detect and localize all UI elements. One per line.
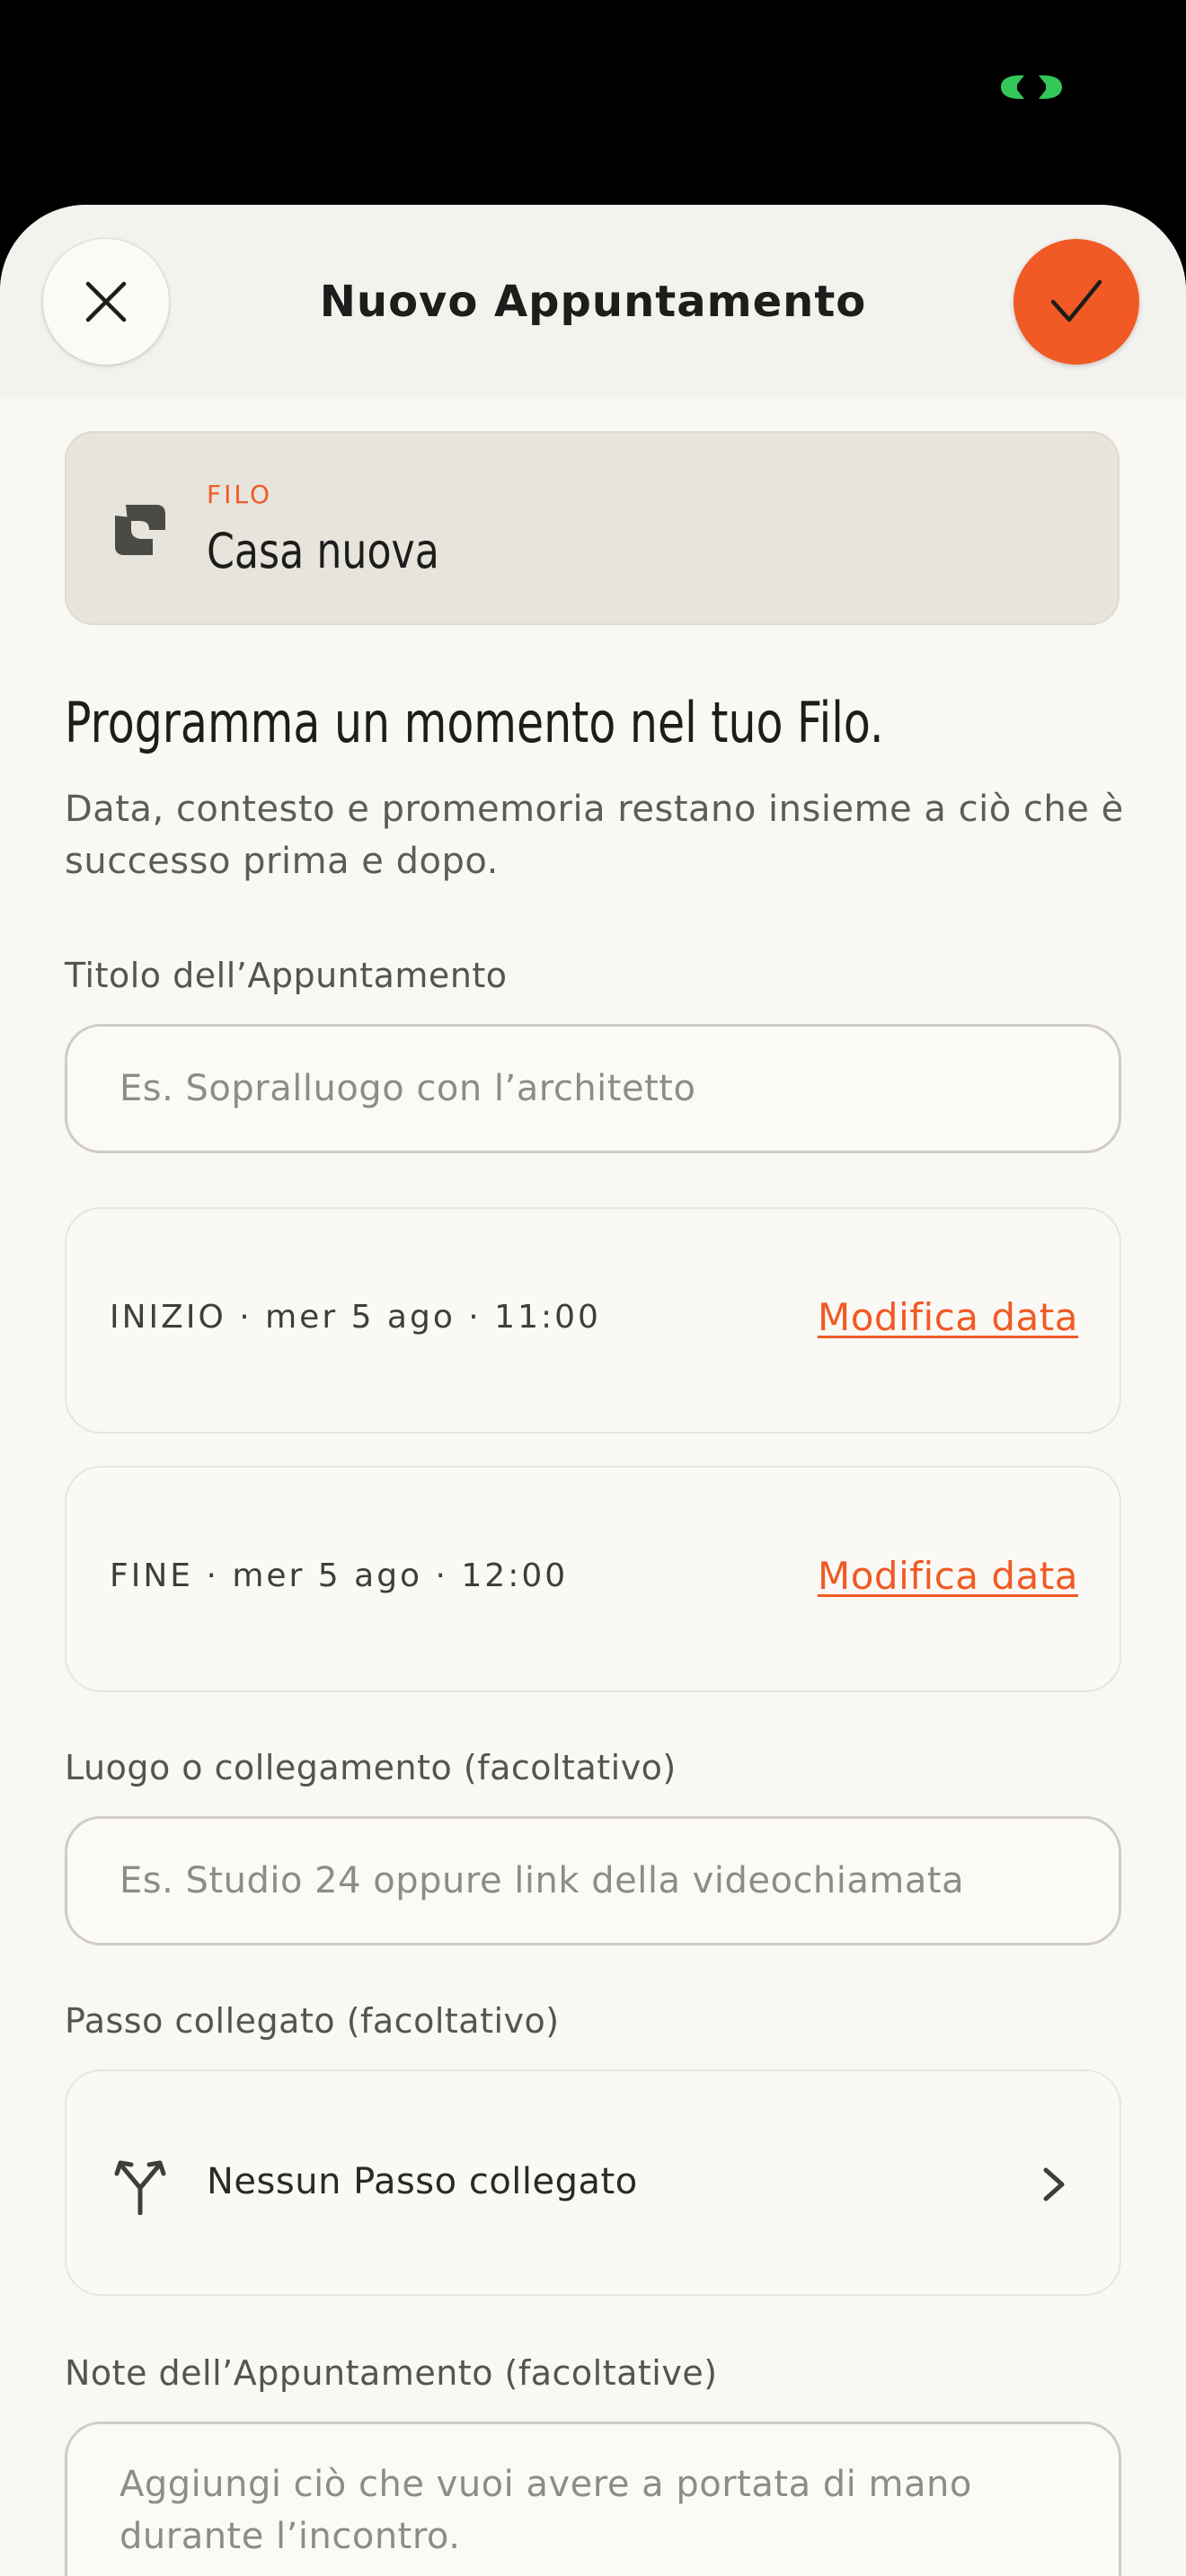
notes-field-label: Note dell’Appuntamento (facoltative) [65, 2353, 718, 2393]
intro-body: Data, contesto e promemoria restano insi… [65, 789, 1124, 882]
filo-name: Casa nuova [207, 523, 439, 579]
close-icon [85, 281, 127, 322]
linked-step-label: Passo collegato (facoltativo) [65, 2001, 560, 2041]
end-date-row: FINE · mer 5 ago · 12:00 Modifica data [65, 1466, 1121, 1692]
confirm-button[interactable] [1013, 239, 1139, 365]
title-input[interactable] [65, 1024, 1121, 1153]
intro-heading: Programma un momento nel tuo Filo. [65, 690, 884, 755]
sheet-title: Nuovo Appuntamento [319, 277, 867, 327]
start-edit-date-link[interactable]: Modifica data [818, 1295, 1078, 1339]
new-appointment-sheet: Nuovo Appuntamento FILO Casa nuova Progr… [0, 205, 1186, 2576]
filo-card[interactable]: FILO Casa nuova [65, 431, 1120, 625]
close-button[interactable] [43, 239, 169, 365]
notes-textarea[interactable] [65, 2422, 1121, 2576]
end-edit-date-link[interactable]: Modifica data [818, 1554, 1078, 1598]
linked-step-value: Nessun Passo collegato [207, 2161, 638, 2202]
branch-icon [114, 2160, 166, 2215]
location-input[interactable] [65, 1816, 1121, 1945]
filo-thread-icon [115, 505, 165, 555]
checkmark-icon [1050, 279, 1102, 322]
end-date-text: FINE · mer 5 ago · 12:00 [110, 1557, 569, 1594]
start-date-text: INIZIO · mer 5 ago · 11:00 [110, 1299, 601, 1336]
title-field-label: Titolo dell’Appuntamento [65, 956, 508, 995]
start-date-row: INIZIO · mer 5 ago · 11:00 Modifica data [65, 1207, 1121, 1434]
sheet-header: Nuovo Appuntamento [0, 205, 1186, 399]
chevron-right-icon [1043, 2167, 1065, 2201]
location-field-label: Luogo o collegamento (facoltativo) [65, 1748, 677, 1787]
linked-step-selector[interactable]: Nessun Passo collegato [65, 2069, 1121, 2296]
filo-kicker: FILO [207, 480, 273, 509]
green-link-indicator-icon [1001, 75, 1062, 99]
